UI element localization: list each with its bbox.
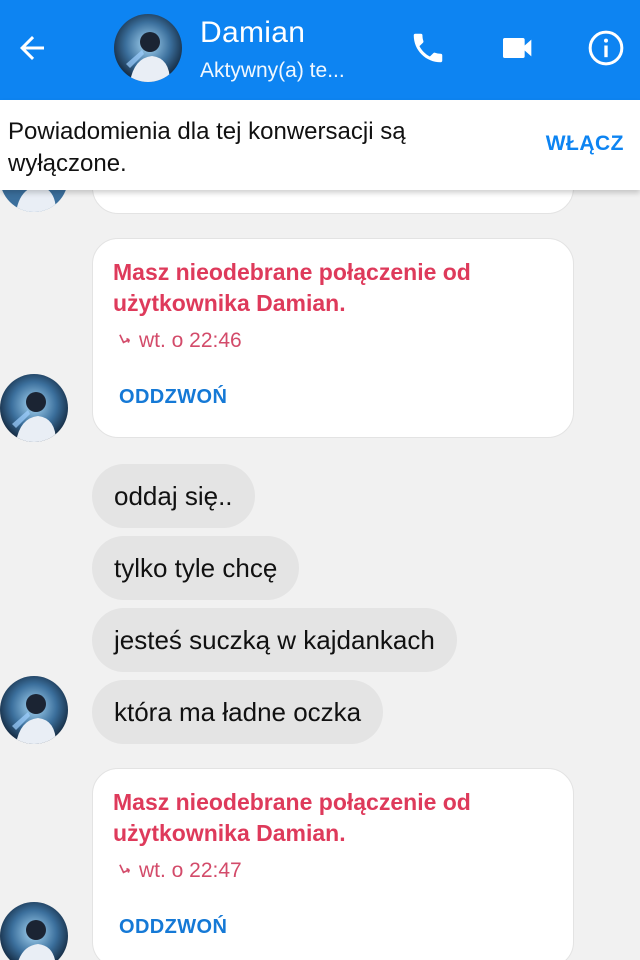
call-back-button[interactable]: ODDZWOŃ [119,916,227,939]
missed-call-icon [119,864,131,874]
video-call-button[interactable] [492,22,544,74]
phone-icon [413,33,443,63]
message-list[interactable]: Masz nieodebrane połączenie od użytkowni… [0,190,640,960]
missed-call-time: wt. o 22:47 [115,859,242,883]
back-arrow-icon [20,36,44,60]
info-button[interactable] [580,22,632,74]
missed-call-icon [119,334,131,344]
call-back-button[interactable]: ODDZWOŃ [119,386,227,409]
message-bubble[interactable]: tylko tyle chcę [92,536,300,600]
missed-call-card: Masz nieodebrane połączenie od użytkowni… [92,238,574,438]
sender-avatar[interactable] [0,676,68,744]
message-bubble[interactable]: jesteś suczką w kajdankach [92,608,457,672]
previous-message-card [92,190,574,214]
sender-avatar[interactable] [0,374,68,442]
enable-notifications-button[interactable]: WŁĄCZ [546,132,624,156]
missed-call-time-label: wt. o 22:47 [139,859,242,882]
message-bubble[interactable]: oddaj się.. [92,464,255,528]
missed-call-title: Masz nieodebrane połączenie od użytkowni… [113,259,471,316]
info-icon [588,30,624,66]
video-camera-icon [503,38,532,58]
contact-status: Aktywny(a) te... [200,59,345,82]
notifications-muted-banner: Powiadomienia dla tej konwersacji są wył… [0,100,640,190]
voice-call-button[interactable] [402,22,454,74]
back-button[interactable] [6,22,58,74]
missed-call-title: Masz nieodebrane połączenie od użytkowni… [113,789,471,846]
missed-call-card: Masz nieodebrane połączenie od użytkowni… [92,768,574,960]
banner-text: Powiadomienia dla tej konwersacji są wył… [8,118,406,177]
missed-call-time-label: wt. o 22:46 [139,329,242,352]
conversation-header: Damian Aktywny(a) te... [0,0,640,100]
contact-name[interactable]: Damian [200,16,305,50]
contact-avatar[interactable] [114,14,182,82]
sender-avatar[interactable] [0,190,68,212]
message-bubble[interactable]: która ma ładne oczka [92,680,384,744]
sender-avatar[interactable] [0,902,68,960]
missed-call-time: wt. o 22:46 [115,329,242,353]
